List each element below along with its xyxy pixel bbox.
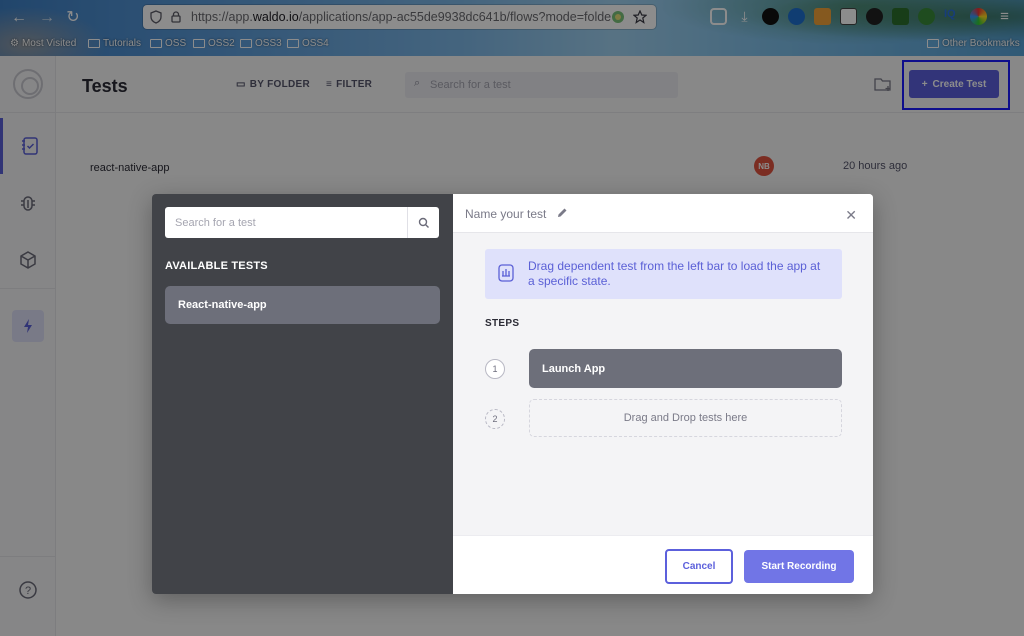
available-test-label: React-native-app [178, 299, 267, 311]
step-number: 1 [485, 359, 505, 379]
search-button[interactable] [407, 207, 439, 238]
available-test-item[interactable]: React-native-app [165, 286, 440, 324]
step-label: Launch App [542, 363, 606, 375]
drop-zone-label: Drag and Drop tests here [623, 412, 748, 424]
search-icon [418, 217, 429, 228]
step-number: 2 [485, 409, 505, 429]
test-builder-panel: Name your test ✕ Drag dependent test fro… [453, 194, 873, 594]
close-icon[interactable]: ✕ [845, 207, 857, 224]
drop-zone[interactable]: Drag and Drop tests here [529, 399, 842, 437]
steps-heading: STEPS [485, 318, 520, 329]
search-placeholder: Search for a test [175, 217, 256, 229]
drag-hand-icon [498, 264, 514, 282]
available-tests-panel: Search for a test AVAILABLE TESTS React-… [152, 194, 453, 594]
step-card-launch-app[interactable]: Launch App [529, 349, 842, 388]
modal-footer: Cancel Start Recording [453, 535, 873, 594]
pencil-icon[interactable] [556, 207, 568, 219]
test-name-input[interactable]: Name your test [465, 207, 546, 221]
create-test-modal: Search for a test AVAILABLE TESTS React-… [152, 194, 873, 594]
modal-header: Name your test ✕ [453, 194, 873, 233]
hint-banner: Drag dependent test from the left bar to… [485, 249, 842, 299]
modal-search-input[interactable]: Search for a test [165, 207, 439, 238]
cancel-button[interactable]: Cancel [665, 549, 733, 584]
hint-text: Drag dependent test from the left bar to… [528, 259, 821, 288]
available-tests-heading: AVAILABLE TESTS [165, 260, 268, 272]
start-recording-button[interactable]: Start Recording [744, 550, 854, 583]
